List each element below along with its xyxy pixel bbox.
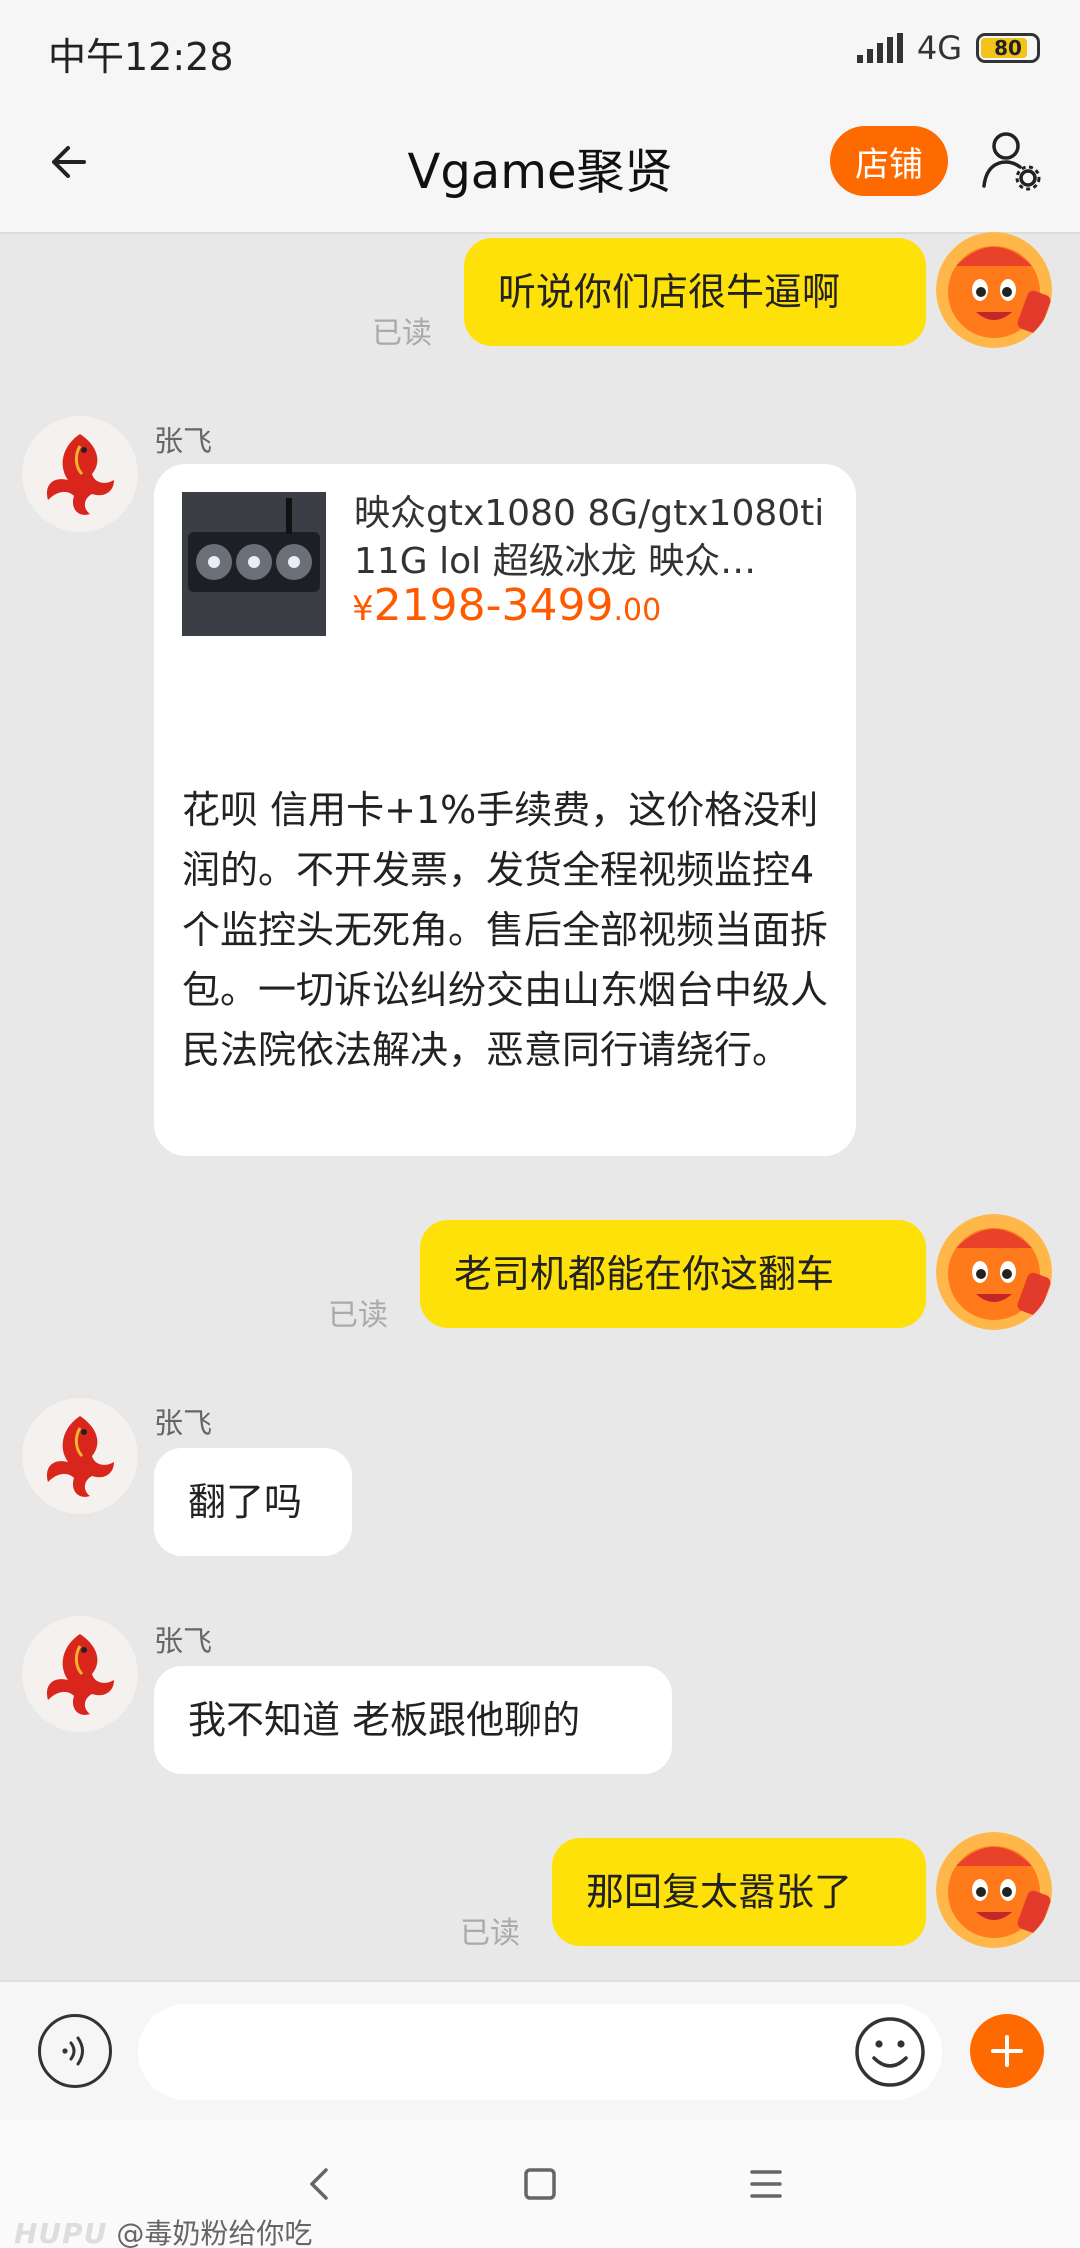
shop-button[interactable]: 店铺 <box>830 126 948 196</box>
contact-avatar[interactable] <box>22 416 138 532</box>
battery-icon: 80 <box>976 33 1040 63</box>
received-message-bubble[interactable]: 我不知道 老板跟他聊的 <box>154 1666 672 1774</box>
read-receipt: 已读 <box>328 1298 388 1333</box>
mascot-avatar-icon <box>936 232 1052 348</box>
read-receipt: 已读 <box>372 316 432 351</box>
received-message-bubble[interactable]: 翻了吗 <box>154 1448 352 1556</box>
mascot-avatar-icon <box>936 1832 1052 1948</box>
voice-button[interactable] <box>38 2014 112 2088</box>
read-receipt: 已读 <box>460 1916 520 1951</box>
mascot-avatar-icon <box>936 1214 1052 1330</box>
voice-icon <box>62 2036 84 2066</box>
product-price: ¥2198-3499.00 <box>352 580 662 631</box>
product-thumbnail[interactable] <box>182 492 326 636</box>
phoenix-avatar-icon <box>22 1616 138 1732</box>
message-input-bar <box>0 1980 1080 2120</box>
nav-menu-icon[interactable] <box>738 2156 794 2212</box>
watermark-text: @毒奶粉给你吃 <box>116 2217 313 2248</box>
product-message-card[interactable]: 映众gtx1080 8G/gtx1080ti 11G lol 超级冰龙 映众10… <box>154 464 856 1156</box>
product-title: 映众gtx1080 8G/gtx1080ti 11G lol 超级冰龙 映众10… <box>354 493 825 582</box>
self-avatar[interactable] <box>936 1832 1052 1948</box>
plus-icon <box>991 2035 1023 2067</box>
sender-name: 张飞 <box>154 424 213 458</box>
message-input[interactable] <box>138 2004 942 2100</box>
status-bar: 中午12:28 4G 80 <box>0 0 1080 96</box>
contact-avatar[interactable] <box>22 1616 138 1732</box>
status-indicators: 4G 80 <box>856 28 1040 68</box>
status-time: 中午12:28 <box>48 35 234 79</box>
watermark-brand: HUPU <box>14 2217 108 2248</box>
user-settings-icon[interactable] <box>976 124 1048 196</box>
nav-back-icon[interactable] <box>292 2156 348 2212</box>
sent-message-bubble[interactable]: 老司机都能在你这翻车 <box>420 1220 926 1328</box>
emoji-icon[interactable] <box>852 2014 928 2090</box>
self-avatar[interactable] <box>936 232 1052 348</box>
nav-home-icon[interactable] <box>512 2156 568 2212</box>
sent-message-bubble[interactable]: 听说你们店很牛逼啊 <box>464 238 926 346</box>
phoenix-avatar-icon <box>22 1398 138 1514</box>
sender-name: 张飞 <box>154 1406 213 1440</box>
network-label: 4G <box>916 29 962 67</box>
chat-header: Vgame聚贤 店铺 <box>0 96 1080 234</box>
phoenix-avatar-icon <box>22 416 138 532</box>
signal-icon <box>856 33 903 63</box>
sender-name: 张飞 <box>154 1624 213 1658</box>
received-message-text: 花呗 信用卡+1%手续费，这价格没利润的。不开发票，发货全程视频监控4个监控头无… <box>182 788 829 1072</box>
sent-message-bubble[interactable]: 那回复太嚣张了 <box>552 1838 926 1946</box>
contact-avatar[interactable] <box>22 1398 138 1514</box>
battery-level: 80 <box>994 36 1022 60</box>
watermark: HUPU @毒奶粉给你吃 <box>14 2212 312 2248</box>
gpu-image-icon <box>182 492 326 636</box>
self-avatar[interactable] <box>936 1214 1052 1330</box>
more-options-button[interactable] <box>970 2014 1044 2088</box>
